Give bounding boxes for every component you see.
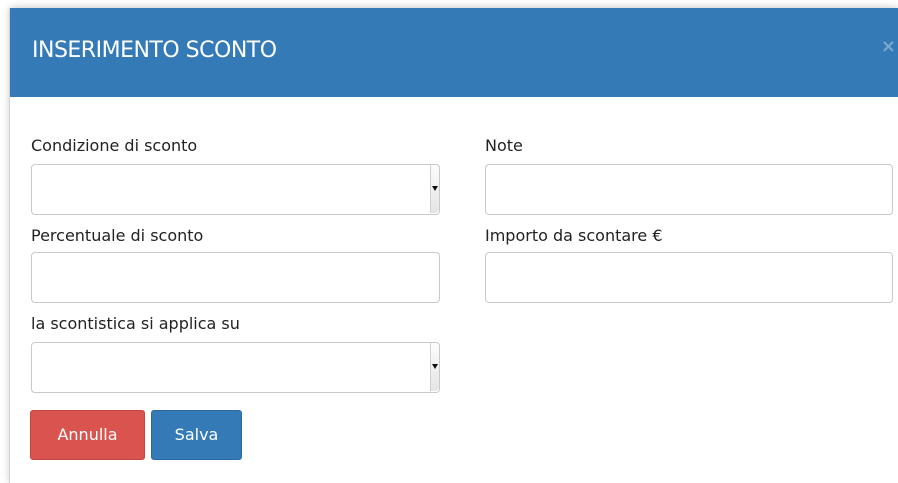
importo-input[interactable]: [485, 252, 893, 303]
close-icon[interactable]: ×: [881, 36, 896, 57]
percentuale-input[interactable]: [31, 252, 440, 303]
dialog-header: INSERIMENTO SCONTO ×: [10, 8, 898, 97]
condizione-label: Condizione di sconto: [31, 136, 198, 155]
salva-button[interactable]: Salva: [151, 410, 242, 460]
applica-select[interactable]: [31, 342, 440, 393]
importo-label: Importo da scontare €: [485, 226, 663, 245]
percentuale-label: Percentuale di sconto: [31, 226, 204, 245]
condizione-select[interactable]: [31, 164, 440, 215]
chevron-down-icon[interactable]: [430, 165, 439, 213]
annulla-button[interactable]: Annulla: [30, 410, 145, 460]
applica-label: la scontistica si applica su: [31, 314, 240, 333]
discount-dialog: INSERIMENTO SCONTO × Condizione di scont…: [10, 8, 898, 483]
note-label: Note: [485, 136, 523, 155]
chevron-down-icon[interactable]: [430, 343, 439, 391]
note-input[interactable]: [485, 164, 893, 215]
dialog-title: INSERIMENTO SCONTO: [32, 38, 277, 63]
